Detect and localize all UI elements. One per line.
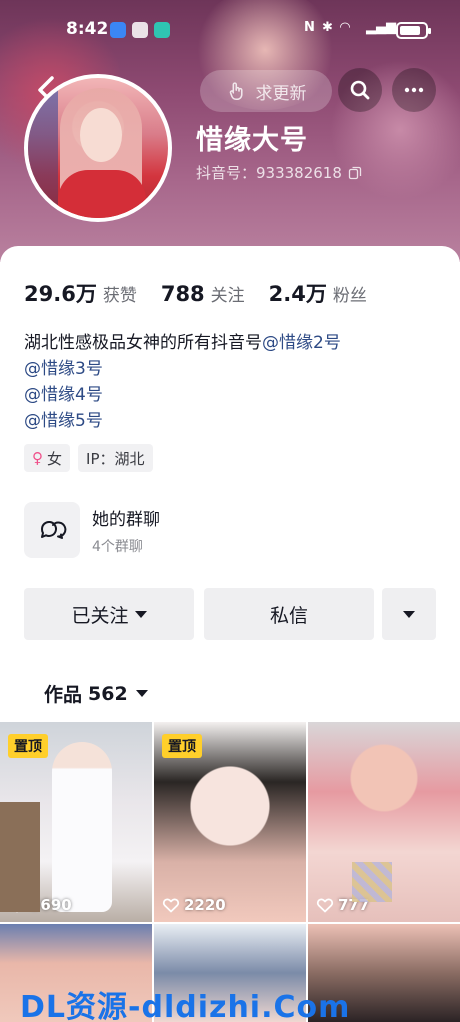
video-thumbnail[interactable]: 置顶 5690: [0, 722, 152, 922]
stats-row: 29.6万 获赞 788 关注 2.4万 粉丝: [24, 278, 391, 308]
ip-label: IP：湖北: [86, 449, 145, 468]
heart-icon: [316, 898, 334, 913]
more-actions-button[interactable]: [382, 588, 436, 640]
bio: 湖北性感极品女神的所有抖音号@惜缘2号 @惜缘3号 @惜缘4号 @惜缘5号: [24, 330, 341, 434]
pinned-badge: 置顶: [162, 734, 202, 758]
mention-link[interactable]: @惜缘2号: [262, 333, 341, 353]
stat-value: 788: [160, 282, 205, 306]
gender-tag: ♀ 女: [24, 444, 71, 472]
group-chat-entry[interactable]: 她的群聊 4个群聊: [24, 500, 436, 560]
bluetooth-icon: ✱: [322, 20, 333, 35]
like-count-value: 777: [338, 896, 370, 914]
like-count: 2220: [162, 896, 226, 914]
mention-link[interactable]: @惜缘5号: [24, 408, 341, 434]
douyin-id[interactable]: 抖音号：933382618: [196, 162, 362, 183]
group-chat-icon: [40, 520, 67, 539]
more-dots-icon: [404, 87, 424, 93]
tab-works[interactable]: 作品 562: [44, 680, 148, 707]
shield-app-icon: [110, 22, 126, 38]
stat-following[interactable]: 788 关注: [161, 281, 245, 306]
mention-link[interactable]: @惜缘4号: [24, 382, 341, 408]
like-count: 777: [316, 896, 369, 914]
chat-app-icon: [132, 22, 148, 38]
video-thumbnail[interactable]: 777: [308, 722, 460, 922]
nfc-icon: N: [304, 20, 315, 35]
stat-label: 粉丝: [332, 286, 367, 306]
female-icon: ♀: [32, 449, 43, 467]
more-options-button[interactable]: [392, 68, 436, 112]
bio-line: 湖北性感极品女神的所有抖音号@惜缘2号: [24, 330, 341, 356]
caret-down-icon: [135, 690, 148, 697]
video-thumbnail[interactable]: 置顶 2220: [154, 722, 306, 922]
mention-link[interactable]: @惜缘3号: [24, 356, 341, 382]
like-count: 5690: [8, 896, 72, 914]
copy-icon[interactable]: [348, 166, 362, 180]
gender-label: 女: [47, 449, 63, 468]
map-app-icon: [154, 22, 170, 38]
stat-label: 关注: [210, 286, 245, 306]
wifi-icon: ◠: [340, 20, 350, 35]
like-count-value: 2220: [184, 896, 226, 914]
profile-tags: ♀ 女 IP：湖北: [24, 444, 161, 472]
stat-likes: 29.6万 获赞: [24, 278, 137, 308]
pinned-badge: 置顶: [8, 734, 48, 758]
caret-down-icon: [134, 610, 147, 618]
douyin-id-text: 抖音号：933382618: [196, 164, 342, 182]
stat-value: 29.6万: [24, 282, 97, 306]
hand-point-icon: [229, 82, 243, 101]
like-count-value: 5690: [30, 896, 72, 914]
works-label: 作品: [44, 684, 83, 706]
ip-tag: IP：湖北: [78, 444, 153, 472]
group-chat-title: 她的群聊: [92, 509, 160, 530]
works-grid: 置顶 5690 置顶 2220 777: [0, 722, 460, 1022]
stat-value: 2.4万: [268, 282, 327, 306]
watermark-text: DL资源-dldizhi.Com: [20, 990, 351, 1022]
stat-label: 获赞: [102, 286, 137, 306]
search-button[interactable]: [338, 68, 382, 112]
message-button[interactable]: 私信: [204, 588, 374, 640]
message-label: 私信: [269, 604, 308, 627]
profile-sheet: 29.6万 获赞 788 关注 2.4万 粉丝 湖北性感极品女神的所有抖音号@惜…: [0, 246, 460, 1022]
profile-name: 惜缘大号: [196, 125, 308, 156]
heart-icon: [8, 898, 26, 913]
stat-followers[interactable]: 2.4万 粉丝: [269, 278, 367, 308]
group-chat-icon-box: [24, 502, 80, 558]
heart-icon: [162, 898, 180, 913]
bio-text: 湖北性感极品女神的所有抖音号: [24, 333, 262, 353]
caret-down-icon: [403, 610, 415, 618]
status-time: 8:42: [66, 19, 109, 39]
action-buttons: 已关注 私信: [24, 588, 436, 640]
avatar[interactable]: [24, 74, 172, 222]
signal-icon: ▂▄▆: [366, 20, 396, 35]
works-count: 562: [88, 682, 128, 705]
search-icon: [350, 80, 370, 100]
followed-label: 已关注: [71, 604, 129, 627]
request-update-label: 求更新: [255, 83, 307, 104]
request-update-button[interactable]: 求更新: [200, 70, 332, 112]
group-chat-subtitle: 4个群聊: [92, 538, 143, 555]
battery-icon: [396, 22, 431, 39]
followed-button[interactable]: 已关注: [24, 588, 194, 640]
status-bar: 8:42 N ✱ ◠ ▂▄▆: [0, 0, 460, 62]
